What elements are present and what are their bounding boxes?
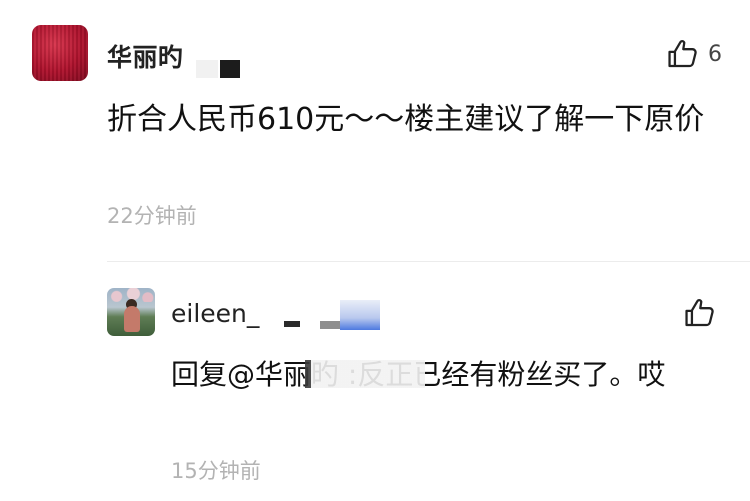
comment-text: 折合人民币610元～～楼主建议了解一下原价 (107, 102, 705, 137)
redaction-block (305, 360, 425, 388)
redaction-block (320, 321, 340, 329)
like-count: 6 (708, 42, 722, 67)
redaction-block (340, 300, 380, 330)
redaction-block (220, 60, 240, 78)
comment-timestamp: 22分钟前 (107, 204, 197, 228)
comment-username[interactable]: 华丽旳 (107, 38, 184, 74)
thumbs-up-icon[interactable] (683, 296, 717, 330)
redaction-block (196, 60, 218, 78)
avatar-photo-figure (124, 306, 140, 332)
reply-avatar[interactable] (107, 288, 155, 336)
thumbs-up-icon[interactable] (666, 37, 700, 71)
reply-text: 回复@华丽旳 :反正已经有粉丝买了。哎 (171, 358, 666, 391)
reply-timestamp: 15分钟前 (171, 459, 261, 483)
avatar[interactable] (32, 25, 88, 81)
reply-username[interactable]: eileen_ (171, 299, 259, 328)
divider (107, 261, 750, 262)
redaction-block (284, 321, 300, 327)
